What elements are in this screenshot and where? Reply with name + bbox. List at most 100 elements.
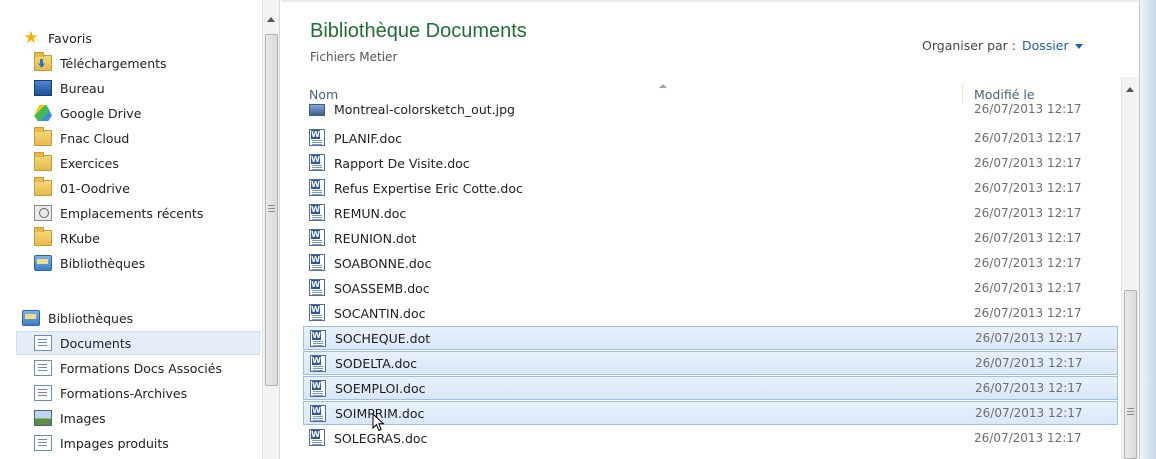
file-name: SOCANTIN.doc <box>334 305 426 321</box>
nav-item-impages-produits[interactable]: Impages produits <box>34 431 260 455</box>
word-doc-icon <box>310 355 326 372</box>
sort-ascending-icon <box>659 84 667 88</box>
file-modified-date: 26/07/2013 12:17 <box>974 431 1082 445</box>
file-name: Refus Expertise Eric Cotte.doc <box>334 180 523 196</box>
file-name: PLANIF.doc <box>334 130 402 146</box>
nav-item-fnac-cloud[interactable]: Fnac Cloud <box>34 126 260 150</box>
nav-item-bureau[interactable]: Bureau <box>34 76 260 100</box>
file-row[interactable]: Rapport De Visite.doc 26/07/2013 12:17 <box>303 151 1118 175</box>
navigation-pane: ★ Favoris Téléchargements Bureau Google Dr… <box>0 0 262 459</box>
grip-icon <box>1127 408 1134 415</box>
file-name: SOEMPLOI.doc <box>335 380 426 396</box>
folder-icon <box>34 152 52 171</box>
file-list-scrollbar[interactable] <box>1121 77 1139 459</box>
file-row[interactable]: SOABONNE.doc 26/07/2013 12:17 <box>303 251 1118 275</box>
arrange-by: Organiser par : Dossier <box>922 38 1083 53</box>
nav-item-label: Impages produits <box>60 435 169 451</box>
library-title: Bibliothèque Documents <box>310 20 527 42</box>
file-modified-date: 26/07/2013 12:17 <box>975 381 1083 395</box>
file-row[interactable]: SOIMPRIM.doc26/07/2013 12:17 <box>303 401 1118 425</box>
file-modified-date: 26/07/2013 12:17 <box>974 156 1082 170</box>
nav-item-label: Documents <box>60 335 132 351</box>
document-library-icon <box>34 360 52 376</box>
file-name: SOCHEQUE.dot <box>335 330 431 346</box>
image-file-icon <box>309 104 325 116</box>
file-row[interactable]: REUNION.dot 26/07/2013 12:17 <box>303 226 1118 250</box>
recent-places-icon <box>34 205 52 221</box>
file-name: REUNION.dot <box>334 230 417 246</box>
file-row[interactable]: PLANIF.doc 26/07/2013 12:17 <box>303 126 1118 150</box>
file-row[interactable]: SOLEGRAS.doc26/07/2013 12:17 <box>303 426 1118 450</box>
file-modified-date: 26/07/2013 12:17 <box>974 306 1082 320</box>
nav-item-label: Téléchargements <box>60 55 167 71</box>
library-icon <box>22 310 40 326</box>
google-drive-icon <box>34 105 52 121</box>
nav-favorites-label: Favoris <box>48 30 92 46</box>
document-library-icon <box>34 335 52 351</box>
nav-item-label: Bibliothèques <box>60 255 146 271</box>
nav-item-t-l-chargements[interactable]: Téléchargements <box>34 51 260 75</box>
document-library-icon <box>34 385 52 401</box>
word-doc-icon <box>310 405 326 422</box>
nav-item-01-oodrive[interactable]: 01-Oodrive <box>34 176 260 200</box>
file-modified-date: 26/07/2013 12:17 <box>974 281 1082 295</box>
file-modified-date: 26/07/2013 12:17 <box>975 406 1083 420</box>
file-name: Rapport De Visite.doc <box>334 155 470 171</box>
arrange-by-label: Organiser par : <box>922 38 1016 53</box>
nav-item-exercices[interactable]: Exercices <box>34 151 260 175</box>
file-modified-date: 26/07/2013 12:17 <box>974 102 1082 116</box>
nav-libraries-header[interactable]: Bibliothèques <box>22 306 266 330</box>
word-doc-icon <box>309 429 325 446</box>
file-row[interactable]: Refus Expertise Eric Cotte.doc 26/07/2013… <box>303 176 1118 200</box>
scroll-up-arrow-icon[interactable] <box>1126 87 1134 92</box>
file-row[interactable]: SOCHEQUE.dot 26/07/2013 12:17 <box>303 326 1118 350</box>
file-modified-date: 26/07/2013 12:17 <box>975 331 1083 345</box>
nav-item-formations-docs-associ-s[interactable]: Formations Docs Associés <box>34 356 260 380</box>
nav-item-formations-archives[interactable]: Formations-Archives <box>34 381 260 405</box>
file-row[interactable]: SODELTA.doc 26/07/2013 12:17 <box>303 351 1118 375</box>
library-icon <box>34 255 52 271</box>
file-list-scroll-thumb[interactable] <box>1124 290 1137 459</box>
nav-item-label: Exercices <box>60 155 119 171</box>
nav-favorites-header[interactable]: ★ Favoris <box>22 26 266 50</box>
nav-item-rkube[interactable]: RKube <box>34 226 260 250</box>
window-right-edge <box>1139 0 1156 459</box>
file-row[interactable]: SOCANTIN.doc 26/07/2013 12:17 <box>303 301 1118 325</box>
nav-item-label: Images <box>60 410 106 426</box>
download-folder-icon <box>34 52 52 71</box>
nav-item-label: Formations Docs Associés <box>60 360 222 376</box>
nav-item-label: Fnac Cloud <box>60 130 130 146</box>
document-library-icon <box>34 435 52 451</box>
dropdown-arrow-icon[interactable] <box>1074 44 1083 49</box>
word-doc-icon <box>309 279 325 296</box>
file-name: SOABONNE.doc <box>334 255 432 271</box>
desktop-icon <box>34 80 52 96</box>
nav-item-images[interactable]: Images <box>34 406 260 430</box>
nav-item-google-drive[interactable]: Google Drive <box>34 101 260 125</box>
word-doc-icon <box>309 254 325 271</box>
word-doc-icon <box>309 179 325 196</box>
nav-item-biblioth-ques[interactable]: Bibliothèques <box>34 251 260 275</box>
file-list: Montreal-colorsketch_out.jpg 26/07/2013 1… <box>281 100 1121 459</box>
arrange-by-dropdown[interactable]: Dossier <box>1022 38 1069 53</box>
file-modified-date: 26/07/2013 12:17 <box>974 256 1082 270</box>
word-doc-icon <box>309 304 325 321</box>
file-modified-date: 26/07/2013 12:17 <box>974 181 1082 195</box>
nav-scroll-thumb[interactable] <box>265 34 278 386</box>
folder-icon <box>34 227 52 246</box>
folder-icon <box>34 127 52 146</box>
file-modified-date: 26/07/2013 12:17 <box>975 356 1083 370</box>
file-row[interactable]: SOASSEMB.doc 26/07/2013 12:17 <box>303 276 1118 300</box>
file-name: Montreal-colorsketch_out.jpg <box>334 102 515 117</box>
nav-item-emplacements-r-cents[interactable]: Emplacements récents <box>34 201 260 225</box>
image-library-icon <box>34 410 52 426</box>
scroll-up-arrow-icon[interactable] <box>267 17 275 22</box>
nav-item-label: RKube <box>60 230 100 246</box>
mouse-pointer-icon <box>372 413 385 432</box>
file-row[interactable]: SOEMPLOI.doc 26/07/2013 12:17 <box>303 376 1118 400</box>
nav-item-documents[interactable]: Documents <box>16 331 260 355</box>
nav-item-label: Bureau <box>60 80 105 96</box>
file-row[interactable]: REMUN.doc 26/07/2013 12:17 <box>303 201 1118 225</box>
nav-scrollbar[interactable] <box>262 0 280 459</box>
file-name: REMUN.doc <box>334 205 407 221</box>
